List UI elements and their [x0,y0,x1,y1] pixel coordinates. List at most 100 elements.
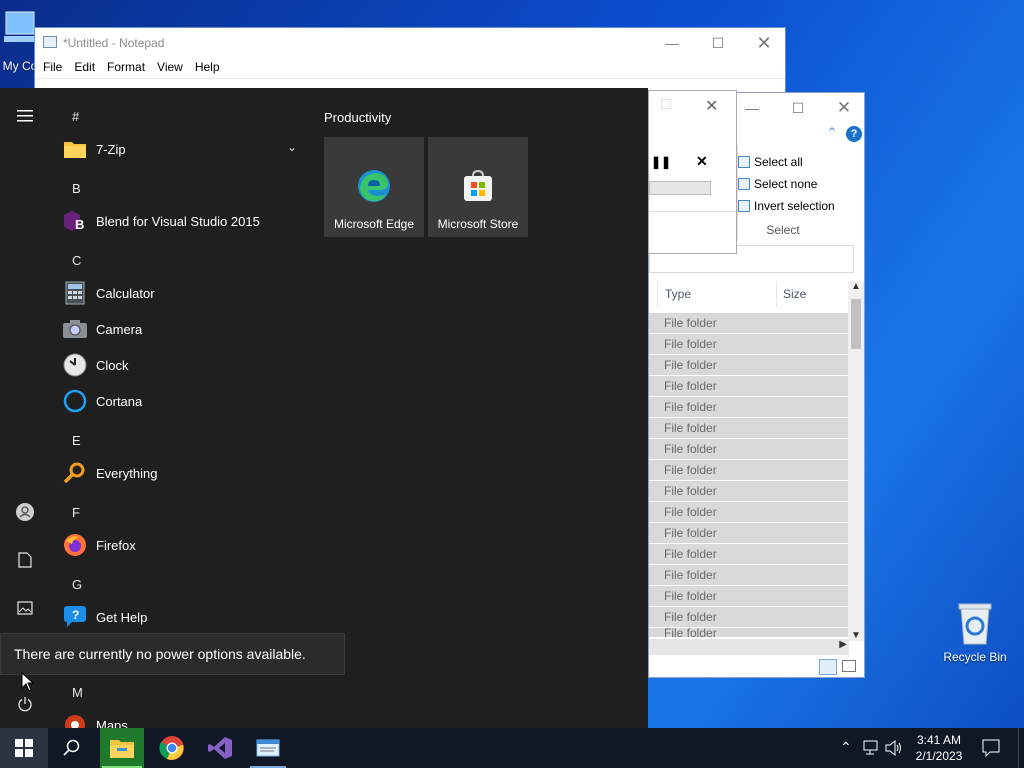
chevron-down-icon[interactable]: ⌄ [287,140,297,154]
app-label: Clock [96,357,129,373]
ribbon-collapse-icon[interactable]: ⌃ [827,125,837,139]
documents-icon[interactable] [13,548,37,572]
group-header-m[interactable]: M [72,685,83,700]
app-label: Cortana [96,393,143,409]
horizontal-scrollbar[interactable]: ▶ [649,639,849,655]
app-everything[interactable]: Everything [62,456,308,490]
volume-icon[interactable] [885,739,903,759]
select-all-label: Select all [754,155,803,169]
network-icon[interactable] [862,740,880,759]
group-header-e[interactable]: E [72,433,81,448]
recycle-bin-desktop-icon[interactable]: Recycle Bin [940,600,1010,664]
dialog-close-button[interactable]: ✕ [705,96,718,116]
column-header-size[interactable]: Size [776,281,846,307]
start-menu: # 7-Zip ⌄ B B Blend for Visual Studio 20… [0,88,648,728]
group-header-hash[interactable]: # [72,109,79,124]
scroll-up-arrow[interactable]: ▲ [848,281,864,297]
table-row[interactable]: File folder [649,628,849,638]
table-row[interactable]: File folder [649,565,849,586]
app-7zip[interactable]: 7-Zip ⌄ [62,132,308,166]
hamburger-menu-icon[interactable] [13,104,37,128]
app-camera[interactable]: Camera [62,312,308,346]
clock[interactable]: 3:41 AM 2/1/2023 [910,732,968,764]
scroll-right-arrow[interactable]: ▶ [839,639,847,650]
table-row[interactable]: File folder [649,523,849,544]
table-row[interactable]: File folder [649,502,849,523]
notepad-menubar: File Edit Format View Help [35,58,785,78]
mouse-cursor-icon [21,672,35,692]
taskbar-visual-studio[interactable] [196,728,244,768]
table-row[interactable]: File folder [649,607,849,628]
menu-edit[interactable]: Edit [68,58,101,78]
user-account-icon[interactable] [13,500,37,524]
menu-view[interactable]: View [151,58,189,78]
start-button[interactable] [0,728,48,768]
svg-text:?: ? [72,608,79,622]
tile-microsoft-store[interactable]: Microsoft Store [428,137,528,237]
menu-file[interactable]: File [37,58,68,78]
minimize-button[interactable]: — [649,28,695,58]
column-header-type[interactable]: Type [657,281,777,307]
table-row[interactable]: File folder [649,586,849,607]
show-desktop-button[interactable] [1018,728,1024,768]
scroll-down-arrow[interactable]: ▼ [848,630,864,641]
tile-label: Microsoft Edge [333,217,415,231]
explorer-close-button[interactable]: ✕ [821,93,864,123]
power-icon[interactable] [13,692,37,716]
help-icon[interactable]: ? [846,126,862,142]
group-header-f[interactable]: F [72,505,80,520]
tiles-group-header[interactable]: Productivity [324,110,391,125]
cancel-icon[interactable]: ✕ [696,153,708,170]
pause-icon[interactable]: ❚❚ [651,155,671,169]
vertical-scrollbar[interactable]: ▲ ▼ [848,281,864,641]
everything-icon [62,460,88,486]
maximize-button[interactable]: ☐ [695,28,741,58]
notification-center-icon[interactable] [982,739,1000,760]
menu-help[interactable]: Help [189,58,226,78]
search-button[interactable] [48,728,96,768]
dialog-maximize-icon [661,99,671,109]
app-label: Get Help [96,609,148,625]
app-get-help[interactable]: ? Get Help [62,600,308,634]
app-label: Everything [96,465,158,481]
group-header-g[interactable]: G [72,577,82,592]
select-all-button[interactable]: Select all [738,155,803,169]
show-hidden-icons-button[interactable]: ⌃ [840,739,852,756]
windows-logo-icon [15,739,33,757]
app-clock[interactable]: Clock [62,348,308,382]
app-cortana[interactable]: Cortana [62,384,308,418]
ribbon-group-label: Select [766,223,800,237]
table-row[interactable]: File folder [649,418,849,439]
explorer-maximize-button[interactable]: ☐ [775,93,821,123]
app-label: 7-Zip [96,141,126,157]
table-row[interactable]: File folder [649,439,849,460]
progress-dialog[interactable]: ✕ ❚❚ ✕ [648,90,737,254]
group-header-b[interactable]: B [72,181,81,196]
table-row[interactable]: File folder [649,355,849,376]
table-row[interactable]: File folder [649,334,849,355]
taskbar-chrome[interactable] [148,728,196,768]
scroll-thumb[interactable] [851,299,861,349]
app-maps[interactable]: Maps [62,708,308,728]
tile-microsoft-edge[interactable]: Microsoft Edge [324,137,424,237]
taskbar-notepad[interactable] [244,728,292,768]
table-row[interactable]: File folder [649,376,849,397]
large-icons-view-icon[interactable] [842,660,856,672]
app-blend[interactable]: B Blend for Visual Studio 2015 [62,204,308,238]
taskbar-file-explorer[interactable] [100,728,144,768]
table-row[interactable]: File folder [649,313,849,334]
table-row[interactable]: File folder [649,544,849,565]
details-view-icon[interactable] [819,659,837,675]
column-size-label: Size [783,287,807,301]
table-row[interactable]: File folder [649,460,849,481]
group-header-c[interactable]: C [72,253,81,268]
menu-format[interactable]: Format [101,58,151,78]
app-firefox[interactable]: Firefox [62,528,308,562]
table-row[interactable]: File folder [649,481,849,502]
close-button[interactable]: ✕ [741,28,787,58]
select-none-button[interactable]: Select none [738,177,817,191]
app-calculator[interactable]: Calculator [62,276,308,310]
invert-selection-button[interactable]: Invert selection [738,199,835,213]
pictures-icon[interactable] [13,596,37,620]
table-row[interactable]: File folder [649,397,849,418]
